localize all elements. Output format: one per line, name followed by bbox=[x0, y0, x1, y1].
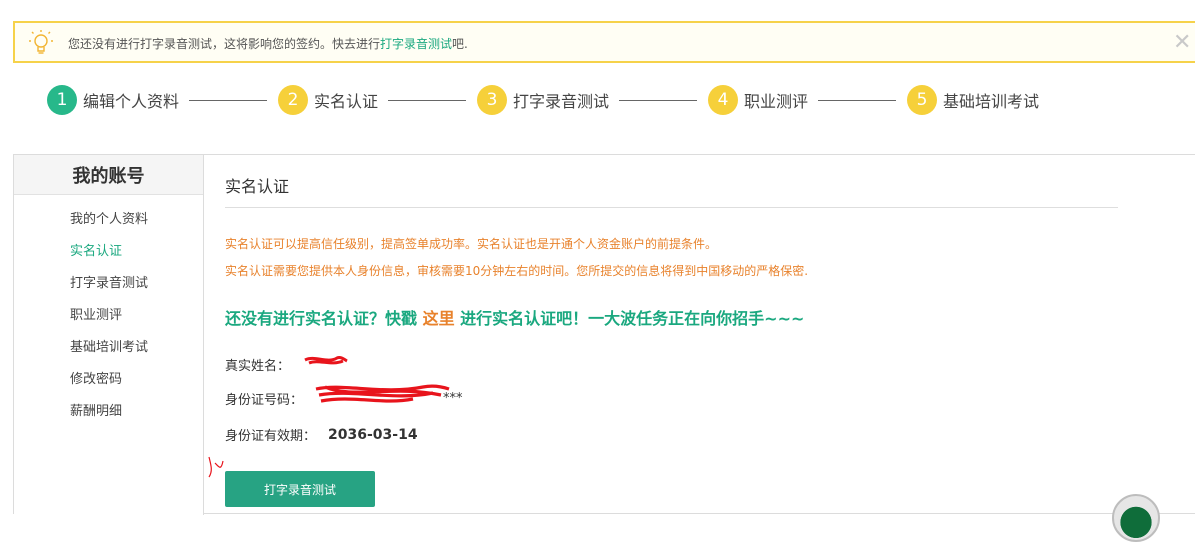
redaction-scribble bbox=[315, 384, 450, 403]
divider bbox=[225, 207, 1118, 208]
content-title: 实名认证 bbox=[225, 177, 290, 196]
step-typing-test: 3 打字录音测试 bbox=[477, 84, 698, 116]
account-sidebar: 我的账号 我的个人资料 实名认证 打字录音测试 职业测评 基础培训考试 修改密码… bbox=[14, 155, 204, 515]
step-label: 实名认证 bbox=[314, 92, 379, 111]
sidebar-item-real-name[interactable]: 实名认证 bbox=[14, 242, 203, 274]
step-number: 3 bbox=[477, 85, 507, 115]
notice-message: 您还没有进行打字录音测试，这将影响您的签约。快去进行打字录音测试吧. bbox=[68, 35, 468, 52]
sidebar-header: 我的账号 bbox=[14, 155, 203, 195]
step-connector bbox=[619, 99, 698, 101]
sidebar-item-typing-test[interactable]: 打字录音测试 bbox=[14, 274, 203, 306]
notice-text-suffix: 吧. bbox=[452, 37, 468, 51]
notice-typing-test-link[interactable]: 打字录音测试 bbox=[380, 37, 452, 51]
id-number-label: 身份证号码： bbox=[225, 393, 304, 408]
step-label: 基础培训考试 bbox=[943, 92, 1040, 111]
step-label: 职业测评 bbox=[744, 92, 809, 111]
step-real-name: 2 实名认证 bbox=[278, 84, 467, 116]
sidebar-item-profile[interactable]: 我的个人资料 bbox=[14, 210, 203, 242]
step-number: 5 bbox=[907, 85, 937, 115]
sidebar-menu: 我的个人资料 实名认证 打字录音测试 职业测评 基础培训考试 修改密码 薪酬明细 bbox=[14, 195, 203, 434]
step-career-eval: 4 职业测评 bbox=[708, 84, 897, 116]
notice-text: 您还没有进行打字录音测试，这将影响您的签约。快去进行 bbox=[68, 37, 381, 51]
verify-here-link[interactable]: 这里 bbox=[423, 309, 455, 328]
redaction-scribble bbox=[304, 355, 348, 365]
hint-text: 实名认证需要您提供本人身份信息，审核需要10分钟左右的时间。您所提交的信息将得到… bbox=[225, 264, 809, 278]
progress-steps: 1 编辑个人资料 2 实名认证 3 打字录音测试 4 职业测评 5 基础培训考试 bbox=[47, 84, 1187, 116]
lightbulb-icon bbox=[29, 30, 53, 54]
step-connector bbox=[818, 99, 897, 101]
hint-text: 实名认证可以提高信任级别，提高签单成功率。实名认证也是开通个人资金账户的前提条件… bbox=[225, 237, 718, 251]
step-label: 编辑个人资料 bbox=[83, 92, 180, 111]
step-number: 1 bbox=[47, 85, 77, 115]
step-label: 打字录音测试 bbox=[513, 92, 610, 111]
sidebar-item-salary-details[interactable]: 薪酬明细 bbox=[14, 402, 203, 434]
verify-call-to-action: 还没有进行实名认证？快戳 这里 进行实名认证吧！一大波任务正在向你招手~~~ bbox=[225, 305, 804, 329]
step-connector bbox=[388, 99, 467, 101]
sidebar-title: 我的账号 bbox=[72, 165, 145, 187]
sidebar-item-career-eval[interactable]: 职业测评 bbox=[14, 306, 203, 338]
cta-text: 还没有进行实名认证？快戳 bbox=[225, 309, 423, 328]
sidebar-item-change-password[interactable]: 修改密码 bbox=[14, 370, 203, 402]
floating-service-badge[interactable] bbox=[1112, 494, 1160, 542]
real-name-field: 真实姓名： bbox=[225, 355, 348, 374]
typing-test-button[interactable]: 打字录音测试 bbox=[225, 471, 375, 507]
id-number-field: 身份证号码： *** bbox=[225, 384, 463, 408]
step-connector bbox=[189, 99, 268, 101]
step-number: 2 bbox=[278, 85, 308, 115]
step-basic-training: 5 基础培训考试 bbox=[907, 84, 1039, 116]
cta-text-suffix: 进行实名认证吧！一大波任务正在向你招手~~~ bbox=[454, 309, 805, 328]
notice-bar: 您还没有进行打字录音测试，这将影响您的签约。快去进行打字录音测试吧. ✕ bbox=[13, 21, 1195, 63]
sidebar-item-basic-training[interactable]: 基础培训考试 bbox=[14, 338, 203, 370]
close-icon[interactable]: ✕ bbox=[1173, 32, 1191, 54]
id-expiry-field: 身份证有效期： 2036-03-14 bbox=[225, 425, 418, 445]
id-expiry-value: 2036-03-14 bbox=[328, 426, 418, 443]
real-name-label: 真实姓名： bbox=[225, 359, 291, 374]
step-number: 4 bbox=[708, 85, 738, 115]
real-name-content: 实名认证 实名认证可以提高信任级别，提高签单成功率。实名认证也是开通个人资金账户… bbox=[208, 155, 1125, 515]
account-panel: 我的账号 我的个人资料 实名认证 打字录音测试 职业测评 基础培训考试 修改密码… bbox=[13, 154, 1195, 515]
id-expiry-label: 身份证有效期： bbox=[225, 429, 317, 444]
step-edit-profile: 1 编辑个人资料 bbox=[47, 84, 268, 116]
